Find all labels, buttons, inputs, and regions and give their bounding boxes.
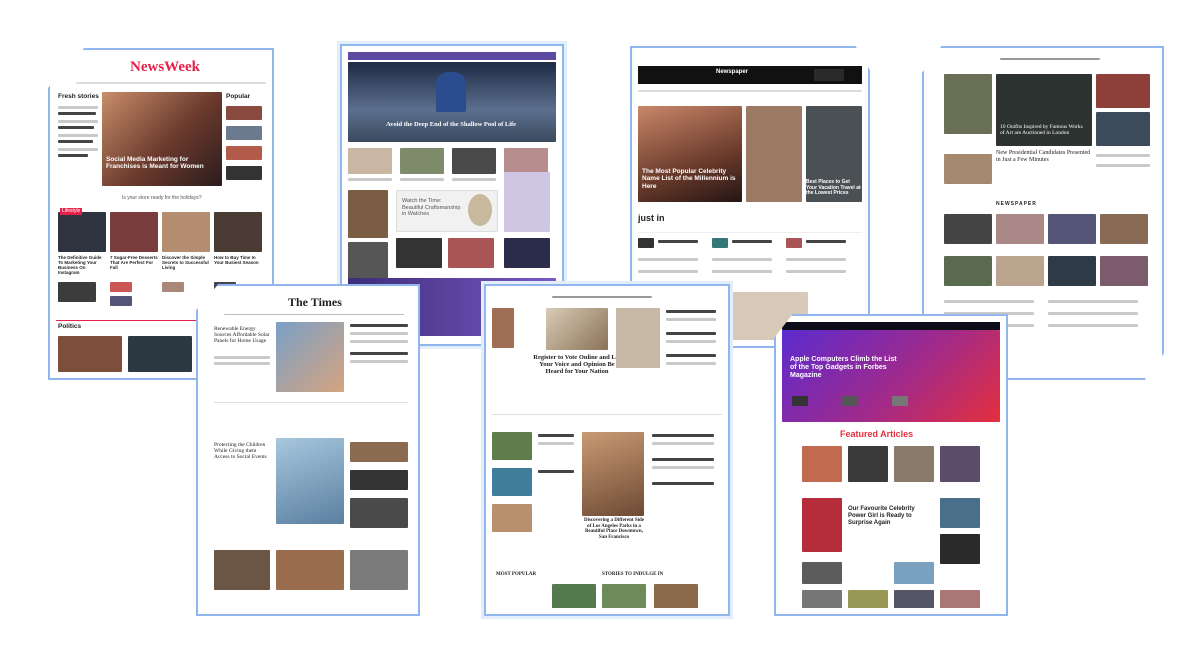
story-2: 7 Sugar-Free Desserts That Are Perfect F… xyxy=(110,255,158,270)
classic-section-1: MOST POPULAR xyxy=(496,572,537,577)
just-in-heading: just in xyxy=(638,213,665,223)
tech-feature-headline: Apple Computers Climb the List of the To… xyxy=(790,356,897,380)
columnist-section: NEWSPAPER xyxy=(996,201,1037,207)
times-lead: Renewable Energy Sources Affordable Sola… xyxy=(214,326,270,345)
feature-headline: The Most Popular Celebrity Name List of … xyxy=(642,168,736,190)
classic-section-2: STORIES TO INDULGE IN xyxy=(602,572,664,577)
story-4: How to Buy Time In Your Busiest Season xyxy=(214,255,259,265)
popular-heading: Popular xyxy=(226,93,251,100)
classic-side: Discovering a Different Side of Los Ange… xyxy=(583,518,645,540)
story-3: Discover the Simple Secrets to Successfu… xyxy=(162,255,209,270)
classic-mockup: Register to Vote Online and Let Your Voi… xyxy=(484,284,730,616)
politics-heading: Politics xyxy=(58,323,82,330)
side-story: Best Places to Get Your Vacation Travel … xyxy=(806,179,861,196)
columnist-headline-2: New Presidential Candidates Presented in… xyxy=(996,150,1091,163)
watch-title: Watch the Time: Beautiful Craftsmanship … xyxy=(402,198,461,218)
columnist-headline-1: 10 Outfits Inspired by Famous Works of A… xyxy=(1000,124,1083,137)
newsweek-logo: NewsWeek xyxy=(130,59,200,75)
sidebar-promo: Is your store ready for the holidays? xyxy=(122,195,202,201)
times-logo: The Times xyxy=(288,295,342,309)
story-1: The Definitive Guide To Marketing Your B… xyxy=(58,255,102,275)
tech-card-headline: Our Favourite Celebrity Power Girl is Re… xyxy=(848,506,915,526)
classic-headline: Register to Vote Online and Let Your Voi… xyxy=(533,354,621,376)
feature-headline: Social Media Marketing for Franchises is… xyxy=(106,156,204,171)
feature-photo xyxy=(102,92,222,186)
hero-headline: Avoid the Deep End of the Shallow Pool o… xyxy=(386,121,517,128)
lifestyle-tag: Lifestyle xyxy=(60,208,83,215)
times-mid: Protecting the Children While Giving the… xyxy=(214,442,267,461)
the-times-mockup: The Times Renewable Energy Sources Affor… xyxy=(196,284,420,616)
featured-articles-heading: Featured Articles xyxy=(840,429,914,439)
tech-mockup: Apple Computers Climb the List of the To… xyxy=(774,314,1008,616)
newspaper-logo: Newspaper xyxy=(716,69,749,75)
fresh-stories-heading: Fresh stories xyxy=(58,93,99,100)
